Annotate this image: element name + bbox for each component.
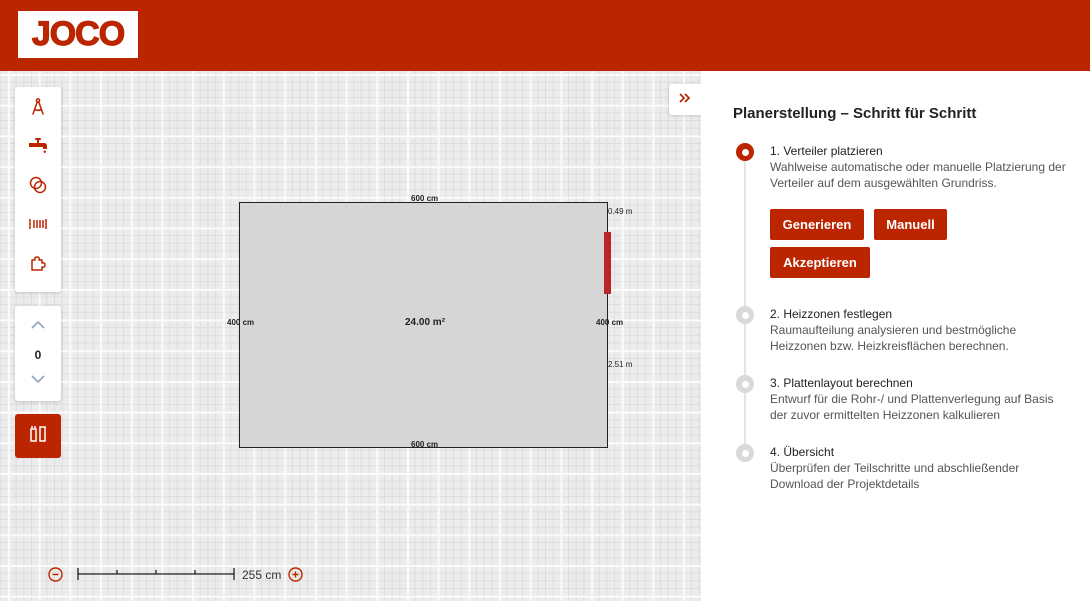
- radiator-icon: [27, 214, 49, 239]
- room-left-dimension: 400 cm: [227, 318, 255, 327]
- distributor-offset-bottom: 2.51 m: [608, 360, 633, 369]
- step-3-title: 3. Plattenlayout berechnen: [770, 376, 913, 390]
- step-2-marker: [736, 306, 754, 324]
- compass-draw-icon: [28, 97, 48, 122]
- generate-button[interactable]: Generieren: [770, 209, 864, 240]
- panel-title: Planerstellung – Schritt für Schritt: [733, 105, 977, 122]
- floorplan-canvas[interactable]: 0 600 cm 600 cm 400 cm 400 cm 24.00 m² 0…: [0, 71, 701, 601]
- step-3-description: Entwurf für die Rohr-/ und Plattenverleg…: [770, 392, 1054, 422]
- tool-heating[interactable]: [15, 207, 61, 245]
- manual-button[interactable]: Manuell: [874, 209, 947, 240]
- step-4-marker: [736, 444, 754, 462]
- tool-draw-room[interactable]: [15, 90, 61, 128]
- zoom-out-button[interactable]: [48, 567, 63, 582]
- distributor-offset-top: 0.49 m: [608, 207, 633, 216]
- scale-label: 255 cm: [242, 568, 282, 582]
- circles-icon: [28, 175, 48, 200]
- level-up-button[interactable]: [15, 312, 61, 340]
- accept-button[interactable]: Akzeptieren: [770, 247, 870, 278]
- chevron-up-icon: [30, 317, 46, 335]
- step-3-marker: [736, 375, 754, 393]
- room-area-label: 24.00 m²: [405, 317, 446, 328]
- puzzle-icon: [28, 253, 48, 278]
- room-top-dimension: 600 cm: [411, 194, 439, 203]
- room-bottom-dimension: 600 cm: [411, 440, 439, 449]
- collapse-panel-button[interactable]: [669, 84, 701, 115]
- tool-distributor[interactable]: [15, 129, 61, 167]
- level-value: 0: [34, 348, 42, 362]
- double-chevron-right-icon: [678, 91, 692, 109]
- components-icon: [28, 424, 48, 449]
- step-1-title: 1. Verteiler platzieren: [770, 144, 883, 158]
- step-1-description: Wahlweise automatische oder manuelle Pla…: [770, 160, 1066, 190]
- chevron-down-icon: [30, 371, 46, 389]
- tools-panel: [15, 87, 61, 292]
- level-panel: 0: [15, 306, 61, 401]
- step-4-title: 4. Übersicht: [770, 445, 835, 459]
- step-4-description: Überprüfen der Teilschritte und abschlie…: [770, 461, 1020, 491]
- steps-panel: Planerstellung – Schritt für Schritt 1. …: [701, 71, 1090, 601]
- minus-circle-icon: [48, 567, 63, 582]
- scale-bar: [77, 568, 235, 580]
- tool-parts[interactable]: [15, 246, 61, 284]
- joco-logo[interactable]: JOCO: [18, 11, 138, 58]
- distributor-marker[interactable]: [604, 232, 611, 294]
- zoom-in-button[interactable]: [288, 567, 303, 582]
- level-down-button[interactable]: [15, 366, 61, 394]
- logo-text: JOCO: [31, 14, 126, 53]
- plus-circle-icon: [288, 567, 303, 582]
- tool-zones[interactable]: [15, 168, 61, 206]
- step-1-marker: [736, 143, 754, 161]
- app-header: JOCO: [0, 0, 1090, 71]
- catalog-button[interactable]: [15, 414, 61, 458]
- step-2-description: Raumaufteilung analysieren und bestmögli…: [770, 323, 1017, 353]
- step-2-title: 2. Heizzonen festlegen: [770, 307, 893, 321]
- room-right-dimension: 400 cm: [596, 318, 624, 327]
- scale-control: 255 cm: [48, 565, 318, 585]
- faucet-icon: [27, 136, 49, 161]
